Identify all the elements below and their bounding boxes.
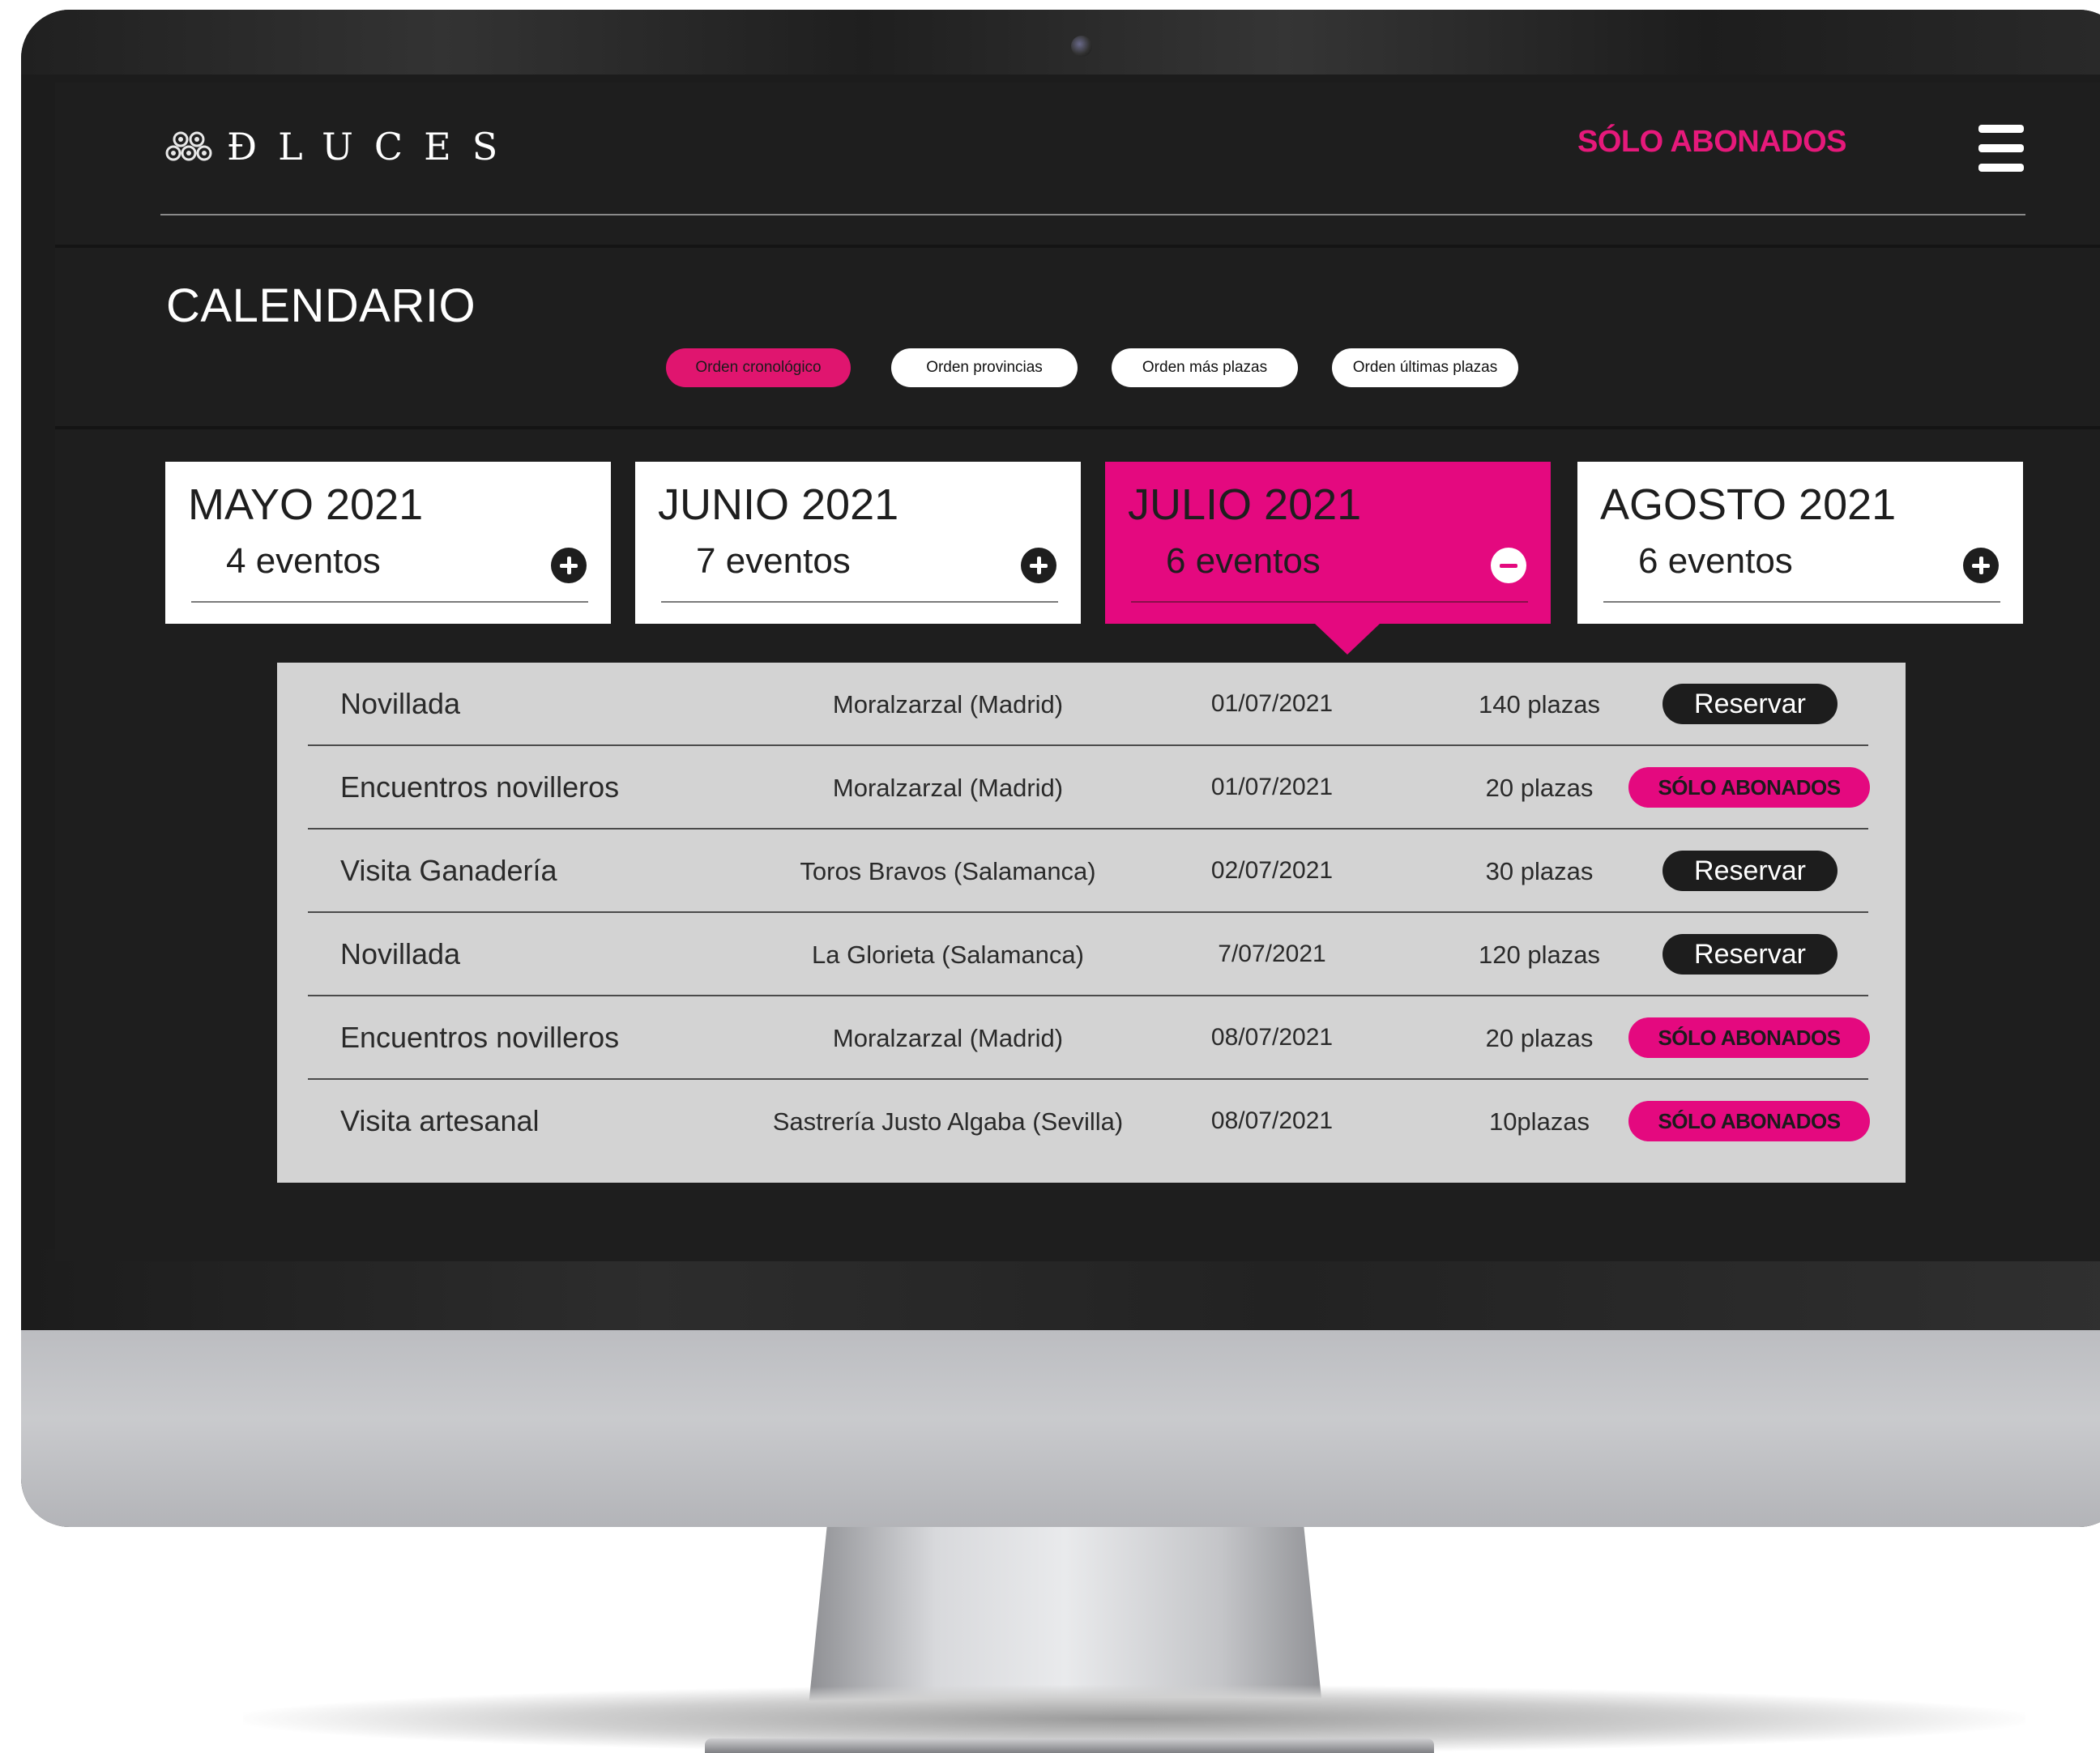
active-month-pointer	[1315, 624, 1380, 655]
minus-circle-icon[interactable]	[1491, 548, 1526, 583]
month-divider	[661, 601, 1058, 603]
stand-base	[705, 1738, 1434, 1753]
event-date: 08/07/2021	[1210, 1024, 1334, 1051]
members-only-link[interactable]: SÓLO ABONADOS	[1577, 125, 1847, 160]
page-title: CALENDARIO	[166, 279, 476, 332]
members-only-button[interactable]: SÓLO ABONADOS	[1628, 767, 1870, 808]
monitor-lower-bezel	[21, 1249, 2100, 1330]
camera-icon	[1071, 36, 1092, 57]
month-card-mayo[interactable]: MAYO 2021 4 eventos	[165, 462, 611, 624]
event-name: Encuentros novilleros	[340, 770, 620, 804]
sort-last-seats-button[interactable]: Orden últimas plazas	[1332, 348, 1518, 387]
monitor-top-bezel	[21, 10, 2100, 75]
logo-icon	[165, 131, 212, 162]
event-seats: 140 plazas	[1479, 690, 1600, 719]
events-panel: Novillada Moralzarzal (Madrid) 01/07/202…	[277, 663, 1906, 1183]
event-row: Novillada Moralzarzal (Madrid) 01/07/202…	[308, 663, 1868, 746]
event-row: Novillada La Glorieta (Salamanca) 7/07/2…	[308, 913, 1868, 996]
event-place: Moralzarzal (Madrid)	[832, 774, 1064, 802]
sort-chronological-button[interactable]: Orden cronológico	[666, 348, 851, 387]
month-divider	[1603, 601, 2000, 603]
event-name: Novillada	[340, 937, 461, 970]
plus-circle-icon[interactable]	[1963, 548, 1999, 583]
monitor: ÐLUCES SÓLO ABONADOS CALENDARIO Orden cr…	[21, 10, 2100, 1527]
event-date: 01/07/2021	[1210, 690, 1334, 717]
event-name: Visita Ganadería	[340, 854, 557, 887]
month-divider	[1131, 601, 1528, 603]
hamburger-menu-icon[interactable]	[1978, 125, 2024, 172]
section-divider	[55, 426, 2100, 429]
event-row: Encuentros novilleros Moralzarzal (Madri…	[308, 746, 1870, 830]
logo-text: ÐLUCES	[227, 125, 519, 168]
plus-circle-icon[interactable]	[1021, 548, 1056, 583]
members-only-button[interactable]: SÓLO ABONADOS	[1628, 1101, 1870, 1141]
members-only-button[interactable]: SÓLO ABONADOS	[1628, 1017, 1870, 1058]
reserve-button[interactable]: Reservar	[1662, 684, 1838, 724]
event-place: Sastrería Justo Algaba (Sevilla)	[772, 1107, 1124, 1136]
monitor-chin	[21, 1330, 2100, 1527]
month-title: JULIO 2021	[1128, 480, 1362, 529]
event-row: Visita Ganadería Toros Bravos (Salamanca…	[308, 830, 1868, 913]
screen: ÐLUCES SÓLO ABONADOS CALENDARIO Orden cr…	[55, 83, 2100, 1261]
month-event-count: 6 eventos	[1166, 541, 1321, 581]
reserve-button[interactable]: Reservar	[1662, 934, 1838, 975]
top-navigation: ÐLUCES SÓLO ABONADOS	[55, 83, 2100, 245]
reserve-button[interactable]: Reservar	[1662, 851, 1838, 891]
event-place: Moralzarzal (Madrid)	[832, 690, 1064, 719]
event-name: Novillada	[340, 687, 461, 720]
event-date: 7/07/2021	[1218, 940, 1326, 967]
month-card-agosto[interactable]: AGOSTO 2021 6 eventos	[1577, 462, 2023, 624]
month-card-julio[interactable]: JULIO 2021 6 eventos	[1105, 462, 1551, 624]
event-row: Visita artesanal Sastrería Justo Algaba …	[308, 1080, 1870, 1163]
event-place: Moralzarzal (Madrid)	[832, 1024, 1064, 1052]
month-event-count: 4 eventos	[226, 541, 381, 581]
event-name: Visita artesanal	[340, 1104, 540, 1137]
event-row: Encuentros novilleros Moralzarzal (Madri…	[308, 996, 1870, 1080]
event-place: Toros Bravos (Salamanca)	[800, 857, 1096, 885]
month-event-count: 7 eventos	[696, 541, 851, 581]
event-name: Encuentros novilleros	[340, 1021, 620, 1054]
month-divider	[191, 601, 588, 603]
sort-most-seats-button[interactable]: Orden más plazas	[1112, 348, 1298, 387]
event-date: 08/07/2021	[1210, 1107, 1334, 1134]
month-title: MAYO 2021	[188, 480, 424, 529]
event-date: 02/07/2021	[1210, 857, 1334, 884]
sort-provinces-button[interactable]: Orden provincias	[891, 348, 1078, 387]
event-date: 01/07/2021	[1210, 774, 1334, 800]
section-divider	[55, 245, 2100, 248]
plus-circle-icon[interactable]	[551, 548, 587, 583]
month-event-count: 6 eventos	[1638, 541, 1793, 581]
brand-logo[interactable]: ÐLUCES	[165, 125, 519, 168]
header-divider	[160, 214, 2025, 215]
event-place: La Glorieta (Salamanca)	[812, 940, 1084, 969]
month-title: JUNIO 2021	[658, 480, 899, 529]
event-seats: 120 plazas	[1479, 940, 1600, 969]
event-seats: 30 plazas	[1485, 857, 1594, 885]
month-title: AGOSTO 2021	[1600, 480, 1897, 529]
month-card-junio[interactable]: JUNIO 2021 7 eventos	[635, 462, 1081, 624]
